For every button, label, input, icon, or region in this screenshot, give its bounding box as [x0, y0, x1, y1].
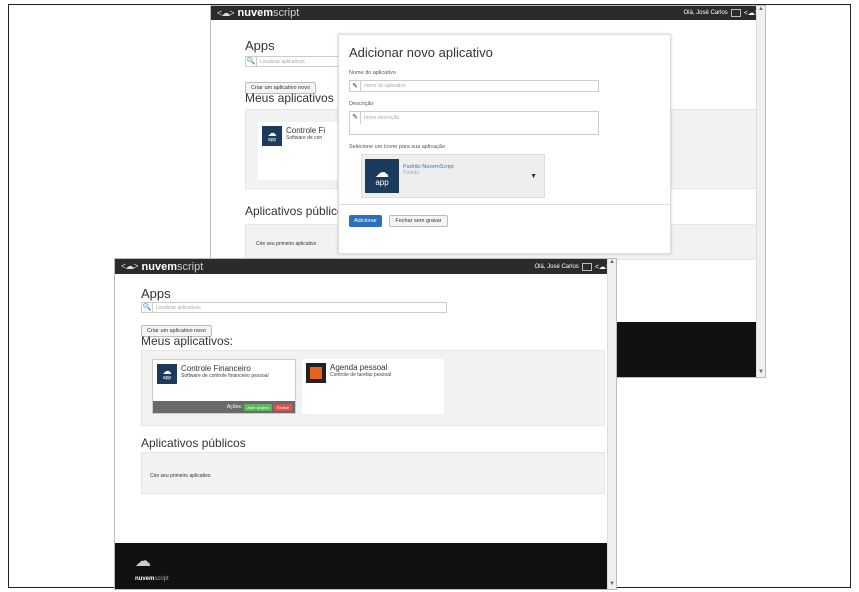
public-empty-text: Crie seu primeiro aplicativo. — [150, 473, 212, 479]
public-apps-panel: Crie seu primeiro aplicativo. — [141, 452, 605, 494]
app-icon-label: app — [162, 375, 172, 381]
public-apps-title: Aplicativos públicos — [245, 204, 350, 218]
app-name-placeholder: nome do aplicativo — [364, 83, 406, 89]
front-window: <☁> nuvem script Olá, José Carlos <☁> App… — [114, 258, 617, 590]
pencil-icon: ✎ — [350, 81, 361, 91]
user-greeting: Olá, José Carlos — [683, 10, 728, 16]
footer-cloud-icon: ☁ — [135, 553, 151, 570]
app-name: Controle Fi — [286, 126, 326, 135]
scroll-down-icon[interactable]: ▼ — [757, 369, 765, 377]
icon-select[interactable]: ☁ app Padrão NuvemScript Padrão ▼ — [361, 154, 545, 198]
name-label: Nome do aplicativo — [349, 70, 396, 76]
search-input[interactable]: 🔍 Localizar aplicativos — [141, 302, 447, 313]
description-placeholder: breve descrição — [364, 115, 400, 121]
app-icon: ☁ app — [157, 364, 177, 384]
footer-brand-light: script — [154, 576, 169, 582]
app-actions-bar: Ações: Abrir projeto Excluir — [153, 401, 295, 413]
scroll-up-icon[interactable]: ▲ — [757, 6, 765, 14]
add-app-modal: Adicionar novo aplicativo Nome do aplica… — [338, 34, 671, 254]
delete-button[interactable]: Excluir — [273, 403, 292, 411]
description-label: Descrição — [349, 101, 374, 107]
modal-title: Adicionar novo aplicativo — [349, 45, 493, 60]
my-apps-title: Meus aplicativos — [245, 91, 334, 105]
app-description: Software de controle financeiro pessoal — [181, 373, 269, 379]
scrollbar[interactable]: ▲ ▼ — [756, 6, 765, 377]
open-project-button[interactable]: Abrir projeto — [244, 403, 272, 411]
footer-brand: nuvemscript — [135, 576, 169, 582]
modal-divider — [339, 204, 670, 205]
app-name-input[interactable]: ✎ nome do aplicativo — [349, 80, 599, 92]
app-name: Agenda pessoal — [330, 363, 388, 372]
app-card-agenda[interactable]: Agenda pessoal Controle de tarefas pesso… — [302, 359, 444, 414]
calendar-icon — [310, 367, 322, 379]
user-checkbox-icon[interactable] — [730, 9, 741, 17]
brand[interactable]: <☁> nuvem script — [121, 261, 203, 273]
pencil-icon: ✎ — [350, 112, 361, 124]
search-placeholder: Localizar aplicativos — [260, 58, 305, 65]
icon-option-sub: Padrão — [403, 170, 420, 176]
caret-down-icon[interactable]: ▼ — [530, 173, 537, 180]
brand[interactable]: <☁> nuvem script — [217, 7, 299, 19]
app-icon-label: app — [267, 137, 277, 143]
search-input[interactable]: 🔍 Localizar aplicativos — [245, 56, 345, 67]
user-menu[interactable]: Olá, José Carlos <☁> — [534, 262, 610, 271]
close-without-saving-button[interactable]: Fechar sem gravar — [389, 215, 448, 227]
app-card-financeiro[interactable]: ☁ app Controle Financeiro Software de con… — [152, 359, 296, 414]
brand-name-light: script — [272, 7, 300, 19]
user-menu[interactable]: Olá, José Carlos <☁> — [683, 9, 759, 17]
cloud-icon: ☁ — [267, 128, 277, 138]
top-bar: <☁> nuvem script Olá, José Carlos <☁> — [211, 6, 765, 20]
cloud-icon: ☁ — [375, 163, 389, 180]
search-icon: 🔍 — [246, 57, 257, 66]
footer-brand-bold: nuvem — [135, 576, 155, 582]
brand-name-light: script — [176, 260, 204, 273]
public-apps-title: Aplicativos públicos — [141, 436, 246, 450]
search-icon: 🔍 — [142, 303, 153, 312]
app-name: Controle Financeiro — [181, 364, 251, 373]
my-apps-title: Meus aplicativos: — [141, 334, 234, 348]
add-button[interactable]: Adicionar — [349, 215, 382, 227]
agenda-icon — [306, 363, 326, 383]
icon-select-label: Selecione um ícone para sua aplicação — [349, 144, 446, 150]
cloud-logo-icon: <☁> — [217, 7, 234, 18]
apps-title: Apps — [141, 286, 171, 301]
scroll-down-icon[interactable]: ▼ — [608, 581, 616, 589]
app-description: Controle de tarefas pessoal — [330, 372, 392, 378]
app-icon: ☁ app — [262, 126, 282, 146]
brand-name-bold: nuvem — [237, 7, 273, 19]
public-empty-text: Crie seu primeiro aplicativo — [256, 241, 317, 247]
apps-title: Apps — [245, 38, 275, 53]
search-placeholder: Localizar aplicativos — [156, 304, 201, 311]
my-apps-panel: ☁ app Controle Financeiro Software de con… — [141, 350, 605, 426]
actions-label: Ações: — [226, 404, 243, 410]
user-greeting: Olá, José Carlos — [534, 263, 579, 270]
scroll-up-icon[interactable]: ▲ — [608, 259, 616, 267]
brand-name-bold: nuvem — [141, 260, 177, 273]
footer: ☁ nuvemscript — [115, 543, 616, 589]
user-checkbox-icon[interactable] — [581, 262, 592, 271]
app-card[interactable]: ☁ app Controle Fi Software de con — [258, 122, 348, 180]
app-icon: ☁ app — [365, 159, 399, 193]
app-description: Software de con — [286, 135, 323, 141]
cloud-logo-icon: <☁> — [121, 261, 138, 271]
cloud-icon: ☁ — [162, 366, 172, 376]
description-input[interactable]: ✎ breve descrição — [349, 111, 599, 135]
icon-option-label: app — [375, 177, 389, 187]
top-bar: <☁> nuvem script Olá, José Carlos <☁> — [115, 259, 616, 274]
scrollbar[interactable]: ▲ ▼ — [607, 259, 616, 589]
